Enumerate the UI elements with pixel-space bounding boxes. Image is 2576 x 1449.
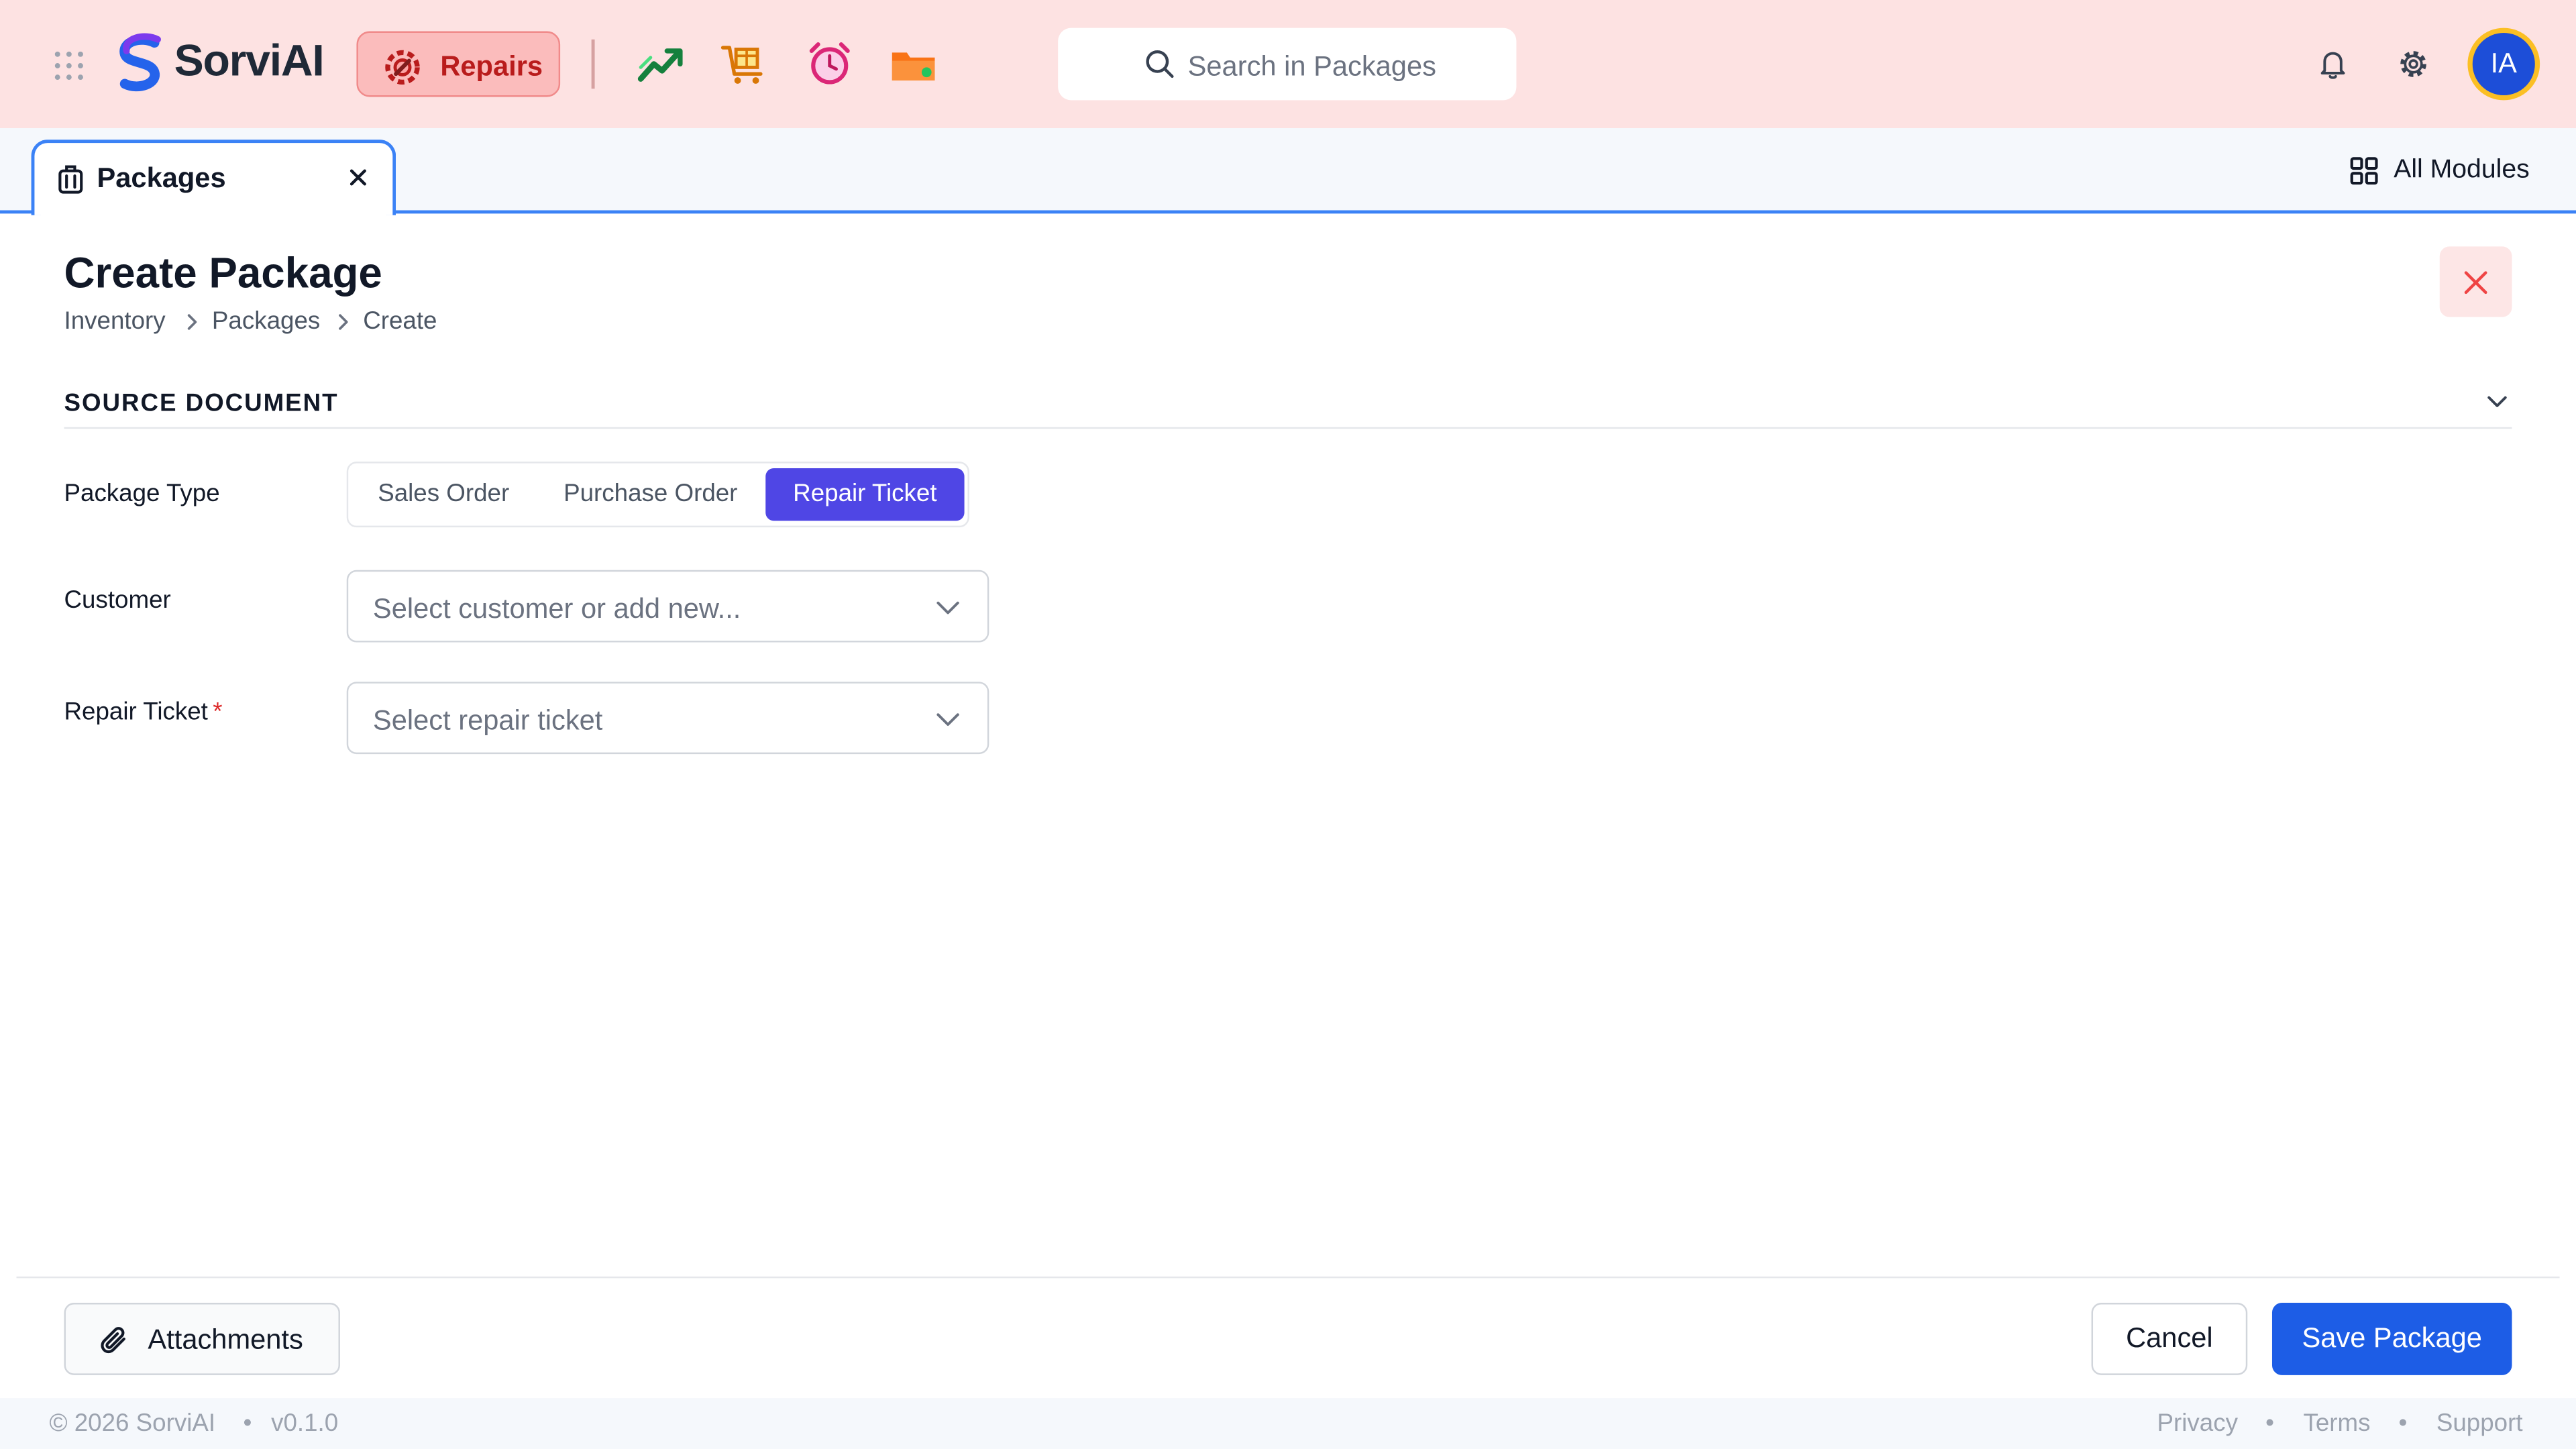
tab-underline xyxy=(0,210,33,214)
package-type-segmented-control: Sales Order Purchase Order Repair Ticket xyxy=(346,462,969,528)
copyright-text: © 2026 SorviAI xyxy=(49,1409,216,1438)
brand-logo-icon xyxy=(119,33,162,92)
section-title: SOURCE DOCUMENT xyxy=(64,389,339,418)
segment-repair-ticket[interactable]: Repair Ticket xyxy=(765,468,965,521)
chevron-down-icon xyxy=(936,601,959,614)
repair-ticket-select[interactable]: Select repair ticket xyxy=(346,682,989,755)
terms-link[interactable]: Terms xyxy=(2303,1409,2370,1438)
support-link[interactable]: Support xyxy=(2436,1409,2523,1438)
cancel-button[interactable]: Cancel xyxy=(2091,1303,2248,1375)
customer-placeholder: Select customer or add new... xyxy=(372,593,741,625)
chevron-down-icon xyxy=(936,713,959,726)
all-modules-label: All Modules xyxy=(2394,156,2530,184)
top-bar: SorviAI Repairs Search in Packages IA xyxy=(0,0,2576,129)
header-divider xyxy=(591,39,595,89)
footer-separator: • xyxy=(2265,1409,2275,1438)
apps-grid-icon[interactable] xyxy=(52,49,85,82)
search-icon xyxy=(1146,50,1174,78)
repair-gear-icon xyxy=(385,50,420,85)
privacy-link[interactable]: Privacy xyxy=(2157,1409,2238,1438)
app-root: SorviAI Repairs Search in Packages IA Pa… xyxy=(0,0,2576,1449)
breadcrumb-inventory[interactable]: Inventory xyxy=(64,307,166,335)
repairs-module-label: Repairs xyxy=(440,50,543,83)
attachments-label: Attachments xyxy=(148,1324,303,1356)
footer-divider xyxy=(16,1276,2560,1279)
version-text: v0.1.0 xyxy=(271,1409,339,1438)
search-input[interactable]: Search in Packages xyxy=(1058,28,1517,101)
repairs-module-button[interactable]: Repairs xyxy=(356,31,561,97)
close-form-button[interactable] xyxy=(2439,246,2512,317)
modules-grid-icon xyxy=(2350,157,2378,185)
alarm-clock-icon[interactable] xyxy=(805,40,854,89)
footer-separator: • xyxy=(2398,1409,2408,1438)
attachments-button[interactable]: Attachments xyxy=(64,1303,340,1375)
chevron-right-icon xyxy=(339,314,348,330)
close-tab-icon[interactable] xyxy=(345,164,371,191)
repair-ticket-placeholder: Select repair ticket xyxy=(372,704,603,737)
trend-chart-icon[interactable] xyxy=(636,40,685,89)
repair-ticket-label: Repair Ticket * xyxy=(64,698,223,727)
user-avatar[interactable]: IA xyxy=(2467,28,2540,101)
save-package-button[interactable]: Save Package xyxy=(2271,1303,2512,1375)
customer-label: Customer xyxy=(64,586,171,614)
paperclip-icon xyxy=(101,1327,125,1354)
notification-bell-icon[interactable] xyxy=(2316,48,2349,80)
page-title: Create Package xyxy=(64,248,382,298)
tab-label: Packages xyxy=(97,162,226,194)
customer-select[interactable]: Select customer or add new... xyxy=(346,570,989,643)
chevron-right-icon xyxy=(187,314,197,330)
section-divider xyxy=(64,427,2512,429)
package-luggage-icon xyxy=(58,165,83,194)
package-type-label: Package Type xyxy=(64,480,220,508)
tab-underline xyxy=(394,210,2576,214)
repair-ticket-label-text: Repair Ticket xyxy=(64,698,208,727)
shopping-cart-box-icon[interactable] xyxy=(720,40,769,89)
tab-packages[interactable]: Packages xyxy=(31,140,396,215)
breadcrumb-packages[interactable]: Packages xyxy=(212,307,320,335)
search-placeholder: Search in Packages xyxy=(1187,50,1436,83)
settings-gear-icon[interactable] xyxy=(2397,48,2430,80)
segment-sales-order[interactable]: Sales Order xyxy=(354,468,534,521)
footer-separator: • xyxy=(243,1409,252,1438)
close-icon xyxy=(2464,271,2487,294)
brand-name[interactable]: SorviAI xyxy=(174,36,325,87)
folder-icon[interactable] xyxy=(889,40,938,89)
segment-purchase-order[interactable]: Purchase Order xyxy=(539,468,762,521)
chevron-down-icon[interactable] xyxy=(2484,391,2510,414)
required-marker: * xyxy=(213,698,223,727)
breadcrumb-create: Create xyxy=(363,307,437,335)
